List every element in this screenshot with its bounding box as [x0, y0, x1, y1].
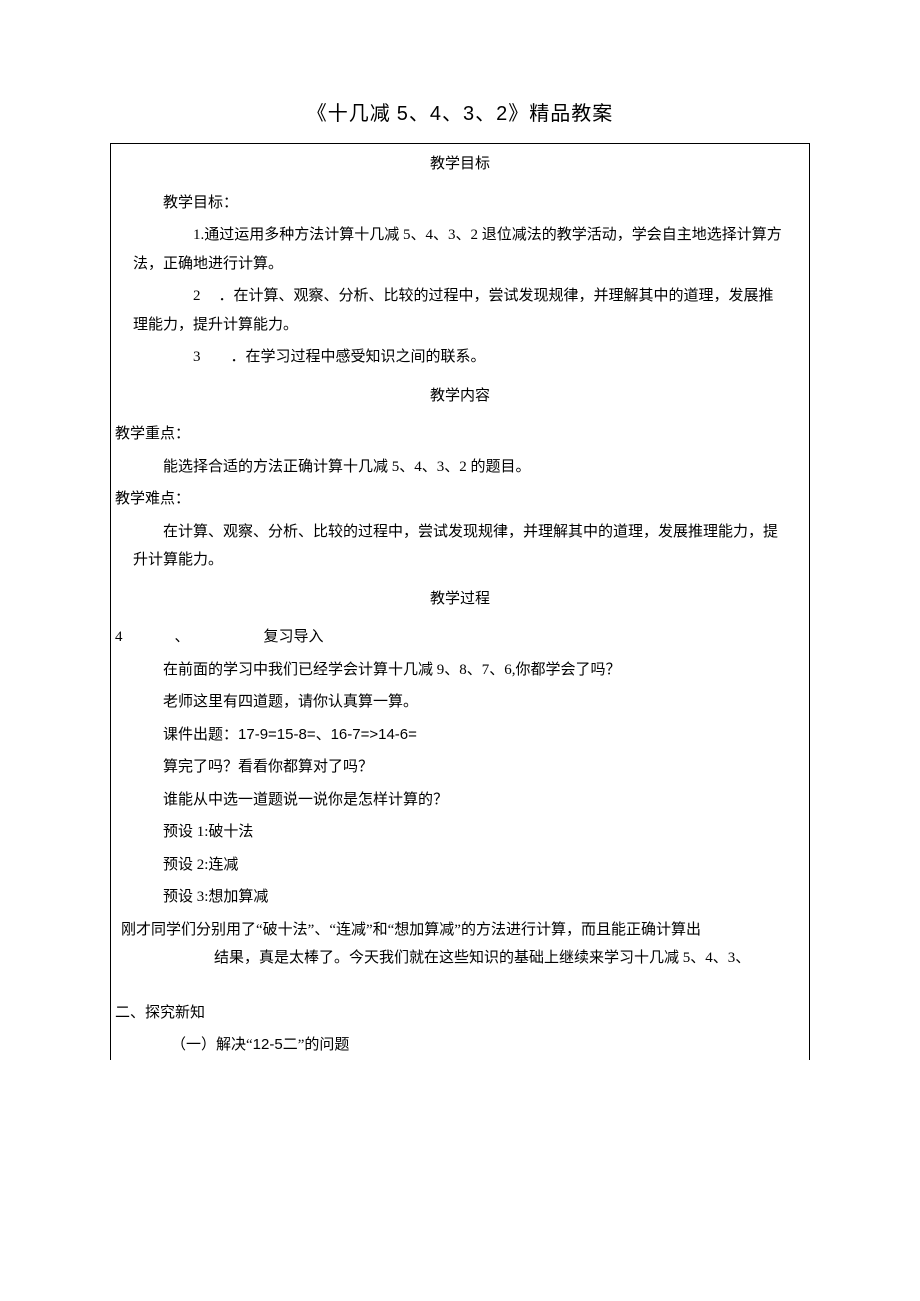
- goal-label: 教学目标：: [111, 189, 809, 218]
- review-p3-prefix: 课件出题：: [163, 727, 238, 743]
- goal-item-3-num: 3: [163, 343, 201, 372]
- goal-item-2: 2．在计算、观察、分析、比较的过程中，尝试发现规律，并理解其中的道理，发展推理能…: [111, 282, 809, 339]
- focus-label: 教学重点：: [111, 420, 809, 449]
- review-p4: 算完了吗？看看你都算对了吗？: [111, 753, 809, 782]
- review-p1: 在前面的学习中我们已经学会计算十几减 9、8、7、6,你都学会了吗？: [111, 656, 809, 685]
- explore-sub1-suffix: 二”的问题: [283, 1037, 350, 1053]
- review-conclusion-line1: 刚才同学们分别用了“破十法”、“连减”和“想加算减”的方法进行计算，而且能正确计…: [121, 916, 787, 945]
- heading-goal: 教学目标: [111, 144, 809, 185]
- title-prefix: 《十几减: [307, 103, 397, 125]
- goal-item-1-text: 通过运用多种方法计算十几减 5、4、3、2 退位减法的教学活动，学会自主地选择计…: [133, 227, 782, 272]
- review-p3: 课件出题：17-9=15-8=、16-7=>14-6=: [111, 721, 809, 750]
- explore-heading: 二、探究新知: [111, 999, 809, 1028]
- review-heading: 4 、 复习导入: [111, 623, 809, 652]
- review-sep: 、: [175, 623, 190, 652]
- review-p6: 预设 1:破十法: [111, 818, 809, 847]
- difficulty-label: 教学难点：: [111, 485, 809, 514]
- goal-item-1-num: 1.: [163, 221, 204, 250]
- explore-sub1-eq: 12-5: [253, 1036, 283, 1053]
- review-num: 4: [115, 623, 123, 652]
- title-suffix: 》精品教案: [508, 103, 613, 125]
- explore-sub1-prefix: （一）解决“: [171, 1037, 253, 1053]
- goal-item-3: 3 ．在学习过程中感受知识之间的联系。: [111, 343, 809, 372]
- review-p3-eq: 17-9=15-8=、16-7=>14-6=: [238, 726, 417, 743]
- focus-text: 能选择合适的方法正确计算十几减 5、4、3、2 的题目。: [111, 453, 809, 482]
- review-p2: 老师这里有四道题，请你认真算一算。: [111, 688, 809, 717]
- page-title: 《十几减 5、4、3、2》精品教案: [110, 95, 810, 133]
- goal-item-3-text: ．在学习过程中感受知识之间的联系。: [231, 349, 486, 365]
- blank-line: [111, 977, 809, 995]
- review-p8: 预设 3:想加算减: [111, 883, 809, 912]
- review-label: 复习导入: [264, 629, 324, 645]
- review-p7: 预设 2:连减: [111, 851, 809, 880]
- review-conclusion: 刚才同学们分别用了“破十法”、“连减”和“想加算减”的方法进行计算，而且能正确计…: [111, 916, 809, 973]
- difficulty-text: 在计算、观察、分析、比较的过程中，尝试发现规律，并理解其中的道理，发展推理能力，…: [111, 518, 809, 575]
- heading-content: 教学内容: [111, 376, 809, 417]
- heading-process: 教学过程: [111, 579, 809, 620]
- goal-item-2-num: 2: [163, 282, 201, 311]
- explore-sub1: （一）解决“12-5二”的问题: [111, 1031, 809, 1060]
- review-p5: 谁能从中选一道题说一说你是怎样计算的？: [111, 786, 809, 815]
- review-conclusion-line2: 结果，真是太棒了。今天我们就在这些知识的基础上继续来学习十几减 5、4、3、: [121, 944, 787, 973]
- content-frame: 教学目标 教学目标： 1.通过运用多种方法计算十几减 5、4、3、2 退位减法的…: [110, 143, 810, 1060]
- goal-item-2-text: ．在计算、观察、分析、比较的过程中，尝试发现规律，并理解其中的道理，发展推理能力…: [133, 288, 774, 333]
- goal-item-1: 1.通过运用多种方法计算十几减 5、4、3、2 退位减法的教学活动，学会自主地选…: [111, 221, 809, 278]
- title-digits: 5、4、3、2: [397, 103, 509, 125]
